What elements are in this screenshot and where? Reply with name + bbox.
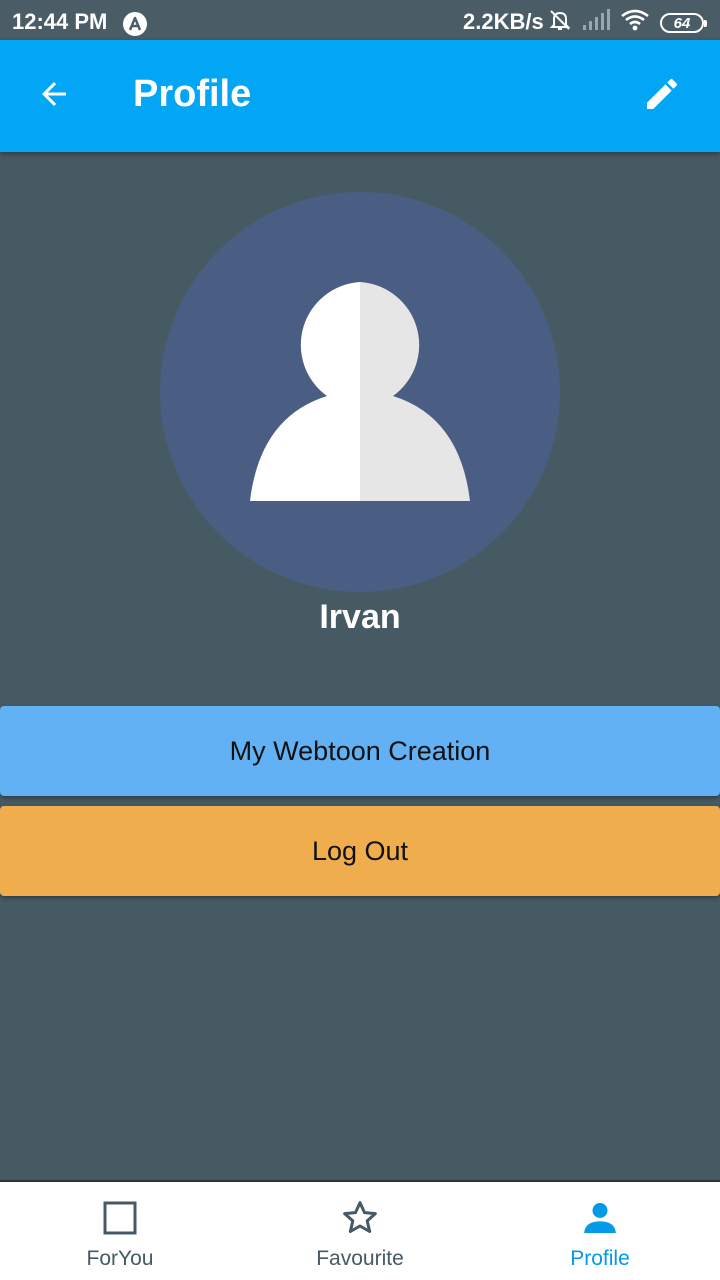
star-outline-icon — [340, 1198, 380, 1238]
network-speed: 2.2KB/s — [463, 9, 544, 34]
nav-item-foryou[interactable]: ForYou — [0, 1182, 240, 1280]
nav-label-favourite: Favourite — [316, 1247, 404, 1270]
my-webtoon-creation-button[interactable]: My Webtoon Creation — [0, 706, 720, 796]
nav-label-profile: Profile — [570, 1247, 630, 1270]
bottom-navigation: ForYou Favourite Profile — [0, 1180, 720, 1280]
app-notification-icon — [122, 11, 148, 37]
mute-bell-icon — [548, 8, 572, 38]
wifi-icon — [620, 9, 650, 37]
page-title: Profile — [133, 73, 252, 115]
status-icons: 64 — [548, 8, 707, 38]
status-bar: 12:44 PM 2.2KB/s 64 — [0, 0, 720, 40]
person-silhouette-icon — [160, 192, 560, 592]
pencil-edit-icon — [642, 74, 682, 119]
profile-screen: 12:44 PM 2.2KB/s 64 Profile Irvan My Web… — [0, 0, 720, 1280]
battery-icon: 64 — [660, 13, 707, 33]
person-icon — [580, 1198, 620, 1238]
nav-item-profile[interactable]: Profile — [480, 1182, 720, 1280]
app-bar: Profile — [0, 40, 720, 152]
square-outline-icon — [100, 1198, 140, 1238]
log-out-button[interactable]: Log Out — [0, 806, 720, 896]
nav-item-favourite[interactable]: Favourite — [240, 1182, 480, 1280]
signal-icon — [582, 9, 610, 37]
user-name: Irvan — [319, 598, 401, 636]
back-button[interactable] — [28, 70, 80, 122]
battery-level: 64 — [673, 14, 691, 32]
edit-profile-button[interactable] — [636, 70, 688, 122]
nav-label-foryou: ForYou — [86, 1247, 154, 1270]
status-time: 12:44 PM — [12, 9, 108, 34]
avatar — [160, 192, 560, 592]
arrow-back-icon — [36, 76, 72, 117]
